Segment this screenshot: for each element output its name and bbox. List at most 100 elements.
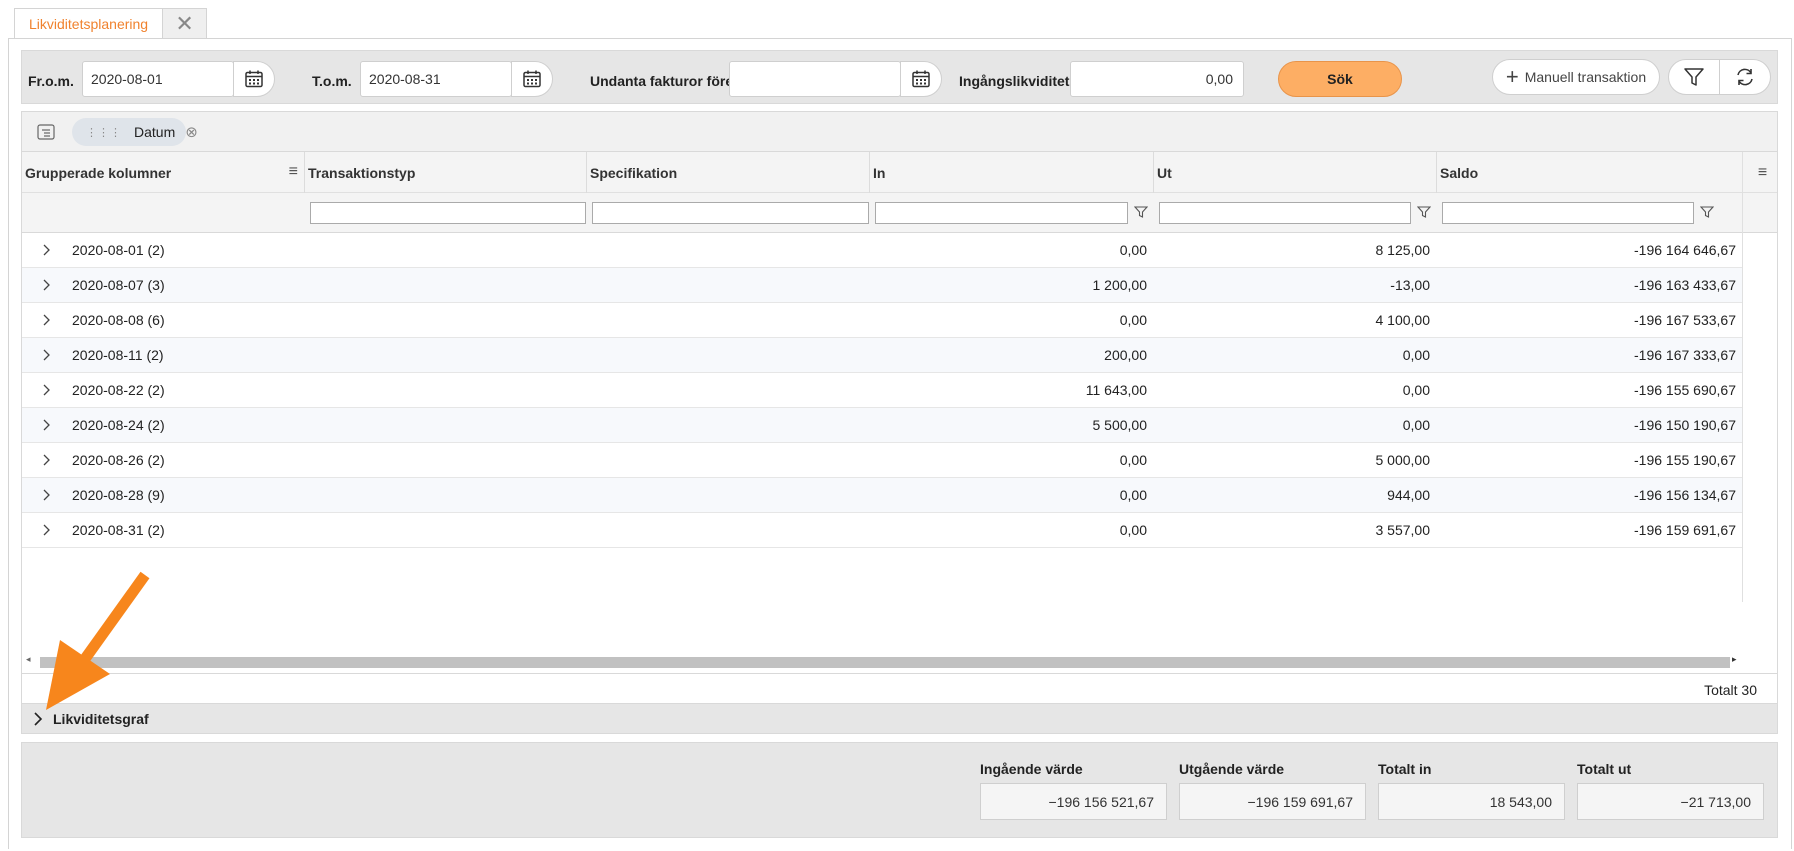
table-row[interactable]: 2020-08-08 (6) 0,00 4 100,00 -196 167 533,6… bbox=[22, 303, 1742, 338]
saldo-cell: -196 155 690,67 bbox=[1634, 382, 1736, 398]
total-out-value: −21 713,00 bbox=[1680, 794, 1751, 810]
total-in-field: 18 543,00 bbox=[1378, 783, 1565, 820]
col-header-ut[interactable]: Ut bbox=[1153, 152, 1436, 193]
menu-icon: ≡ bbox=[1757, 163, 1768, 181]
to-date-input[interactable]: 2020-08-31 bbox=[360, 61, 512, 97]
group-panel-icon[interactable] bbox=[36, 122, 56, 145]
out-cell: 4 100,00 bbox=[1375, 312, 1431, 328]
table-row[interactable]: 2020-08-07 (3) 1 200,00 -13,00 -196 163 433… bbox=[22, 268, 1742, 303]
col-header-specifikation[interactable]: Specifikation bbox=[586, 152, 869, 193]
tab-label: Likviditetsplanering bbox=[29, 16, 149, 32]
group-chip-datum[interactable]: ⋮⋮⋮ Datum ⊗ bbox=[72, 118, 198, 146]
exclude-calendar-button[interactable] bbox=[900, 61, 942, 97]
in-cell: 0,00 bbox=[1119, 312, 1147, 328]
tab-bar: Likviditetsplanering ✕ bbox=[14, 8, 208, 39]
in-cell: 5 500,00 bbox=[1092, 417, 1148, 433]
in-cell: 0,00 bbox=[1119, 452, 1147, 468]
filter-icon bbox=[1684, 68, 1704, 86]
to-calendar-button[interactable] bbox=[511, 61, 553, 97]
group-cell: 2020-08-24 (2) bbox=[72, 417, 165, 433]
exclude-invoices-date-input[interactable] bbox=[729, 61, 901, 97]
expand-row-icon[interactable] bbox=[42, 453, 52, 470]
grid-menu-button[interactable]: ≡ bbox=[1742, 152, 1779, 193]
from-calendar-button[interactable] bbox=[233, 61, 275, 97]
group-cell: 2020-08-26 (2) bbox=[72, 452, 165, 468]
group-cell: 2020-08-11 (2) bbox=[72, 347, 164, 363]
refresh-button[interactable] bbox=[1719, 59, 1771, 95]
col-header-label: Saldo bbox=[1440, 164, 1479, 181]
column-menu-icon[interactable]: ≡ bbox=[289, 163, 298, 181]
table-row[interactable]: 2020-08-31 (2) 0,00 3 557,00 -196 159 691,6… bbox=[22, 513, 1742, 548]
expand-row-icon[interactable] bbox=[42, 418, 52, 435]
scrollbar-thumb[interactable] bbox=[40, 657, 1730, 668]
tab-likviditetsplanering[interactable]: Likviditetsplanering bbox=[14, 8, 164, 39]
expand-row-icon[interactable] bbox=[42, 348, 52, 365]
table-row[interactable]: 2020-08-11 (2) 200,00 0,00 -196 167 333,67 bbox=[22, 338, 1742, 373]
filter-input-saldo[interactable] bbox=[1442, 202, 1694, 224]
expand-row-icon[interactable] bbox=[42, 523, 52, 540]
filter-icon[interactable] bbox=[1699, 205, 1715, 222]
col-header-grouped[interactable]: Grupperade kolumner ≡ bbox=[22, 152, 304, 193]
filter-input-specifikation[interactable] bbox=[592, 202, 869, 224]
close-tab-button[interactable]: ✕ bbox=[163, 8, 208, 39]
search-button[interactable]: Sök bbox=[1278, 61, 1402, 97]
summary-panel: Ingående värde −196 156 521,67 Utgående … bbox=[21, 742, 1778, 838]
manual-transaction-label: Manuell transaktion bbox=[1524, 69, 1647, 85]
scroll-left-icon[interactable]: ◂ bbox=[26, 654, 31, 665]
col-header-saldo[interactable]: Saldo bbox=[1436, 152, 1742, 193]
out-cell: 8 125,00 bbox=[1375, 242, 1431, 258]
filter-input-transaktionstyp[interactable] bbox=[310, 202, 586, 224]
grid-rows: 2020-08-01 (2) 0,00 8 125,00 -196 164 646,6… bbox=[22, 233, 1742, 548]
expand-row-icon[interactable] bbox=[42, 243, 52, 260]
expand-row-icon[interactable] bbox=[42, 313, 52, 330]
out-cell: 0,00 bbox=[1402, 417, 1430, 433]
filter-toolbar: Fr.o.m. 2020-08-01 T.o.m. 2020-08-31 Und… bbox=[21, 50, 1778, 104]
opening-value: −196 156 521,67 bbox=[1048, 794, 1155, 810]
column-divider bbox=[1742, 152, 1743, 602]
table-row[interactable]: 2020-08-24 (2) 5 500,00 0,00 -196 150 190,6… bbox=[22, 408, 1742, 443]
liquidity-graph-label: Likviditetsgraf bbox=[53, 711, 149, 727]
in-cell: 0,00 bbox=[1119, 522, 1147, 538]
group-panel: ⋮⋮⋮ Datum ⊗ bbox=[22, 112, 1777, 152]
in-cell: 1 200,00 bbox=[1092, 277, 1148, 293]
expand-row-icon[interactable] bbox=[42, 488, 52, 505]
group-cell: 2020-08-01 (2) bbox=[72, 242, 165, 258]
expand-row-icon[interactable] bbox=[42, 383, 52, 400]
filter-icon[interactable] bbox=[1416, 205, 1432, 222]
refresh-icon bbox=[1737, 68, 1753, 86]
table-row[interactable]: 2020-08-01 (2) 0,00 8 125,00 -196 164 646,6… bbox=[22, 233, 1742, 268]
total-in-label: Totalt in bbox=[1378, 761, 1432, 777]
col-header-in[interactable]: In bbox=[869, 152, 1153, 193]
manual-transaction-button[interactable]: + Manuell transaktion bbox=[1492, 59, 1660, 95]
expand-row-icon[interactable] bbox=[42, 278, 52, 295]
table-row[interactable]: 2020-08-26 (2) 0,00 5 000,00 -196 155 190,6… bbox=[22, 443, 1742, 478]
in-cell: 200,00 bbox=[1104, 347, 1147, 363]
horizontal-scrollbar[interactable]: ◂ ▸ bbox=[24, 654, 1744, 668]
table-row[interactable]: 2020-08-22 (2) 11 643,00 0,00 -196 155 690,… bbox=[22, 373, 1742, 408]
from-date-value: 2020-08-01 bbox=[91, 71, 163, 87]
total-count: Totalt 30 bbox=[1704, 682, 1757, 698]
opening-value-field: −196 156 521,67 bbox=[980, 783, 1167, 820]
table-row[interactable]: 2020-08-28 (9) 0,00 944,00 -196 156 134,67 bbox=[22, 478, 1742, 513]
drag-handle-icon[interactable]: ⋮⋮⋮ bbox=[86, 126, 122, 139]
total-out-label: Totalt ut bbox=[1577, 761, 1632, 777]
chevron-right-icon[interactable] bbox=[32, 712, 44, 729]
filter-icon[interactable] bbox=[1133, 205, 1149, 222]
remove-chip-icon[interactable]: ⊗ bbox=[185, 123, 198, 141]
scroll-right-icon[interactable]: ▸ bbox=[1732, 654, 1737, 665]
filter-input-ut[interactable] bbox=[1159, 202, 1411, 224]
col-header-label: Transaktionstyp bbox=[308, 164, 416, 181]
saldo-cell: -196 150 190,67 bbox=[1634, 417, 1736, 433]
group-chip-label: Datum bbox=[134, 124, 176, 140]
col-header-label: In bbox=[873, 164, 886, 181]
filter-button[interactable] bbox=[1668, 59, 1720, 95]
group-cell: 2020-08-08 (6) bbox=[72, 312, 165, 328]
from-date-input[interactable]: 2020-08-01 bbox=[82, 61, 234, 97]
grid-status-bar: Totalt 30 bbox=[22, 673, 1777, 703]
opening-liquidity-input[interactable]: 0,00 bbox=[1070, 61, 1244, 97]
data-grid: ⋮⋮⋮ Datum ⊗ Grupperade kolumner ≡ Transa… bbox=[21, 111, 1778, 703]
col-header-transaktionstyp[interactable]: Transaktionstyp bbox=[304, 152, 586, 193]
closing-value-label: Utgående värde bbox=[1179, 761, 1285, 777]
filter-input-in[interactable] bbox=[875, 202, 1128, 224]
liquidity-graph-section[interactable]: Likviditetsgraf bbox=[21, 703, 1778, 734]
